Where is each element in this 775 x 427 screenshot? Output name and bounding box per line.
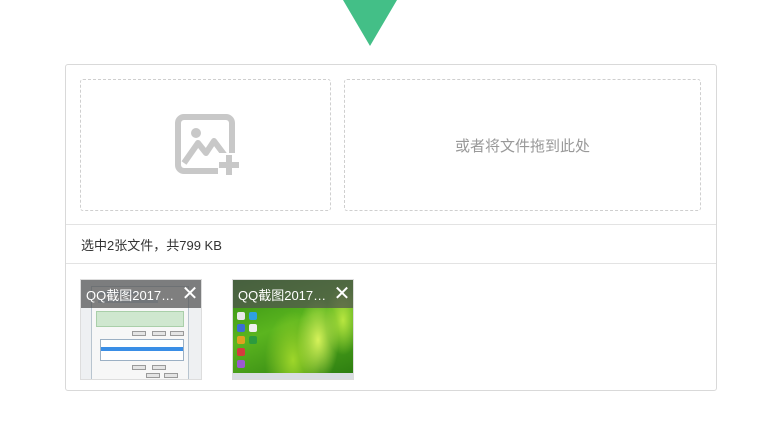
file-name: QQ截图20170… [238,287,331,303]
file-thumbnail[interactable]: QQ截图20170… ✕ [232,279,354,380]
close-icon[interactable]: ✕ [331,280,353,308]
selection-summary: 选中2张文件，共799 KB [81,237,222,253]
file-name: QQ截图20170… [86,287,179,303]
upload-page: 或者将文件拖到此处 选中2张文件，共799 KB QQ截图20170… ✕ QQ… [0,0,775,427]
image-add-icon [175,114,240,175]
uploader-panel: 或者将文件拖到此处 选中2张文件，共799 KB QQ截图20170… ✕ QQ… [65,64,717,391]
close-icon[interactable]: ✕ [179,280,201,308]
file-thumbnail[interactable]: QQ截图20170… ✕ [80,279,202,380]
thumbnail-header: QQ截图20170… ✕ [233,280,353,308]
status-bar: 选中2张文件，共799 KB [66,224,716,264]
down-arrow-icon [343,0,397,46]
pick-file-button[interactable] [80,79,331,211]
drop-hint: 或者将文件拖到此处 [454,137,590,155]
drop-zone[interactable]: 或者将文件拖到此处 [344,79,701,211]
thumbnail-header: QQ截图20170… ✕ [81,280,201,308]
